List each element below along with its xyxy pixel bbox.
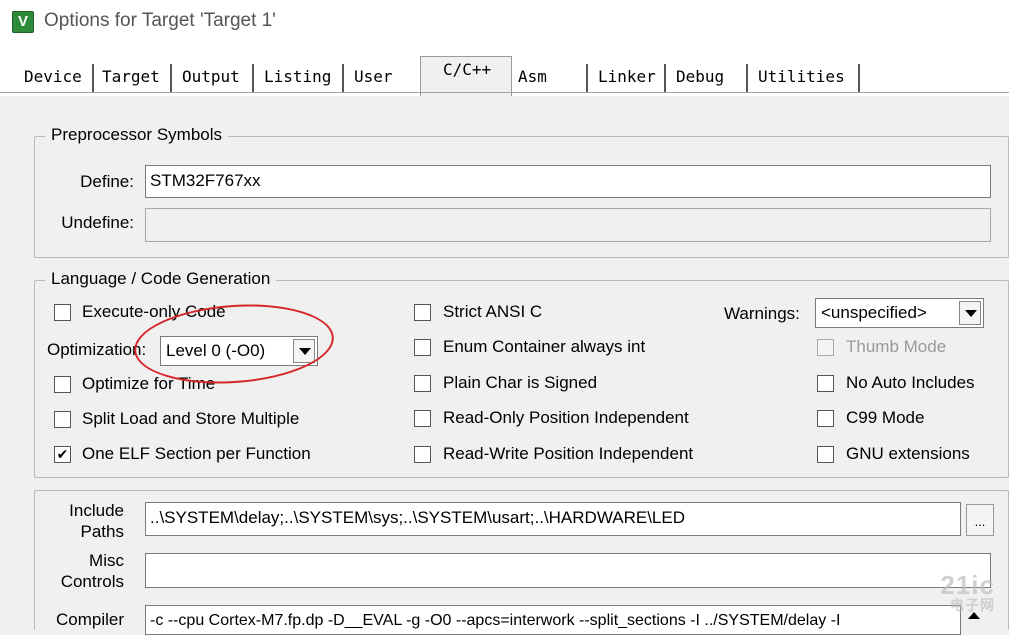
language-legend: Language / Code Generation [45,269,277,289]
tab-linker[interactable]: Linker [592,64,666,92]
undefine-label: Undefine: [61,213,134,232]
warnings-value: <unspecified> [821,303,927,322]
strict-ansi-checkbox[interactable] [414,304,431,321]
compiler-control-string[interactable]: -c --cpu Cortex-M7.fp.dp -D__EVAL -g -O0… [145,605,961,635]
ropi-checkbox[interactable] [414,410,431,427]
c99-mode-checkbox[interactable] [817,410,834,427]
chevron-down-icon[interactable] [959,301,981,325]
include-paths-input[interactable]: ..\SYSTEM\delay;..\SYSTEM\sys;..\SYSTEM\… [145,502,961,536]
undefine-input[interactable] [145,208,991,242]
thumb-mode-label: Thumb Mode [846,337,947,356]
warnings-select[interactable]: <unspecified> [815,298,984,328]
plain-char-checkbox[interactable] [414,375,431,392]
gnu-extensions-checkbox[interactable] [817,446,834,463]
keil-uvision-icon: V [12,11,34,33]
tab-listing[interactable]: Listing [258,64,344,92]
tab-debug[interactable]: Debug [670,64,748,92]
window-title: Options for Target 'Target 1' [44,10,276,31]
gnu-extensions-label: GNU extensions [846,444,970,463]
tab-device[interactable]: Device [18,64,94,92]
tab-utilities[interactable]: Utilities [752,64,860,92]
include-paths-label: Include Paths [69,501,124,541]
include-paths-browse-button[interactable]: ... [966,504,994,536]
rwpi-label: Read-Write Position Independent [443,444,694,463]
no-auto-includes-label: No Auto Includes [846,373,975,392]
optimization-label: Optimization: [47,340,147,359]
ropi-label: Read-Only Position Independent [443,408,689,427]
preprocessor-legend: Preprocessor Symbols [45,125,229,145]
tab-separator [0,92,1009,93]
tab-cpp[interactable]: C/C++ [420,56,512,96]
warnings-label: Warnings: [724,304,800,323]
execute-only-checkbox[interactable] [54,304,71,321]
misc-controls-label: Misc Controls [60,551,124,591]
split-load-checkbox[interactable] [54,411,71,428]
checkmark-icon: ✔ [56,446,69,462]
define-label: Define: [80,172,134,191]
thumb-mode-checkbox[interactable] [817,339,834,356]
tab-strip: Device Target Output Listing User C/C++ … [0,48,1009,96]
no-auto-includes-checkbox[interactable] [817,375,834,392]
misc-controls-input[interactable] [145,553,991,588]
rwpi-checkbox[interactable] [414,446,431,463]
one-elf-checkbox[interactable]: ✔ [54,446,71,463]
c99-mode-label: C99 Mode [846,408,925,427]
title-bar: V Options for Target 'Target 1' [0,0,1009,48]
tab-user[interactable]: User [348,64,420,92]
tab-output[interactable]: Output [176,64,254,92]
plain-char-label: Plain Char is Signed [443,373,598,392]
enum-container-label: Enum Container always int [443,337,646,356]
optimize-time-checkbox[interactable] [54,376,71,393]
tab-target[interactable]: Target [96,64,172,92]
strict-ansi-label: Strict ANSI C [443,302,543,321]
split-load-label: Split Load and Store Multiple [82,409,300,428]
one-elf-label: One ELF Section per Function [82,444,311,463]
site-watermark: 21ic 电子网 [940,570,995,613]
define-input[interactable]: STM32F767xx [145,165,991,198]
compiler-label: Compiler [56,610,125,629]
enum-container-checkbox[interactable] [414,339,431,356]
tab-asm[interactable]: Asm [512,64,588,92]
